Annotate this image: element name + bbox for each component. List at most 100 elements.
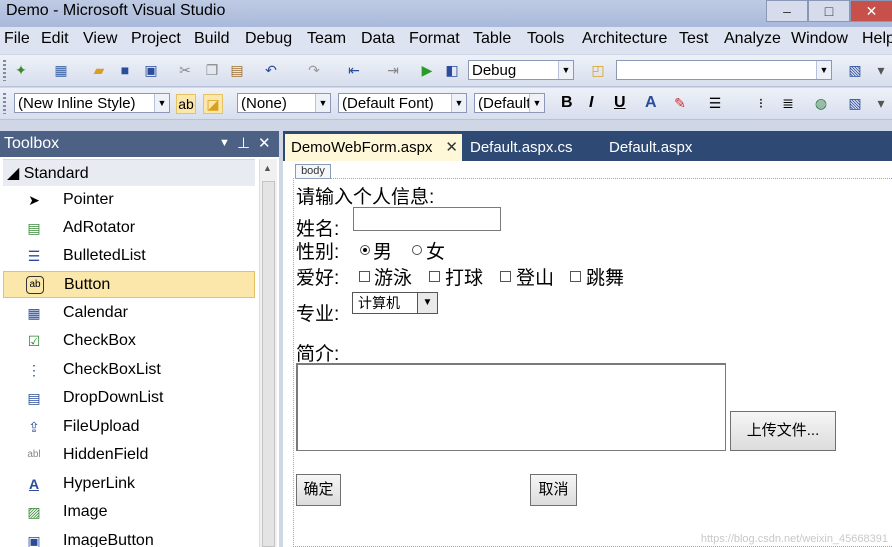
toolbox-item-dropdownlist[interactable]: ▤ DropDownList xyxy=(3,385,255,412)
ok-button[interactable]: 确定 xyxy=(296,474,341,506)
style-application-icon[interactable]: ◪ xyxy=(203,94,223,114)
toolbox-item-hiddenfield[interactable]: abl HiddenField xyxy=(3,442,255,469)
font-name-select[interactable]: (Default Font) ▼ xyxy=(338,93,467,113)
toolbar-grip[interactable] xyxy=(3,60,6,81)
save-icon[interactable]: ■ xyxy=(116,61,134,79)
italic-icon[interactable]: I xyxy=(589,94,593,112)
target-rule-select[interactable]: (New Inline Style) ▼ xyxy=(14,93,170,113)
cancel-button[interactable]: 取消 xyxy=(530,474,577,506)
find-in-files-icon[interactable]: ◰ xyxy=(589,61,607,79)
minimize-button[interactable]: – xyxy=(766,0,808,22)
menu-test[interactable]: Test xyxy=(679,30,708,48)
toolbox-item-calendar[interactable]: ▦ Calendar xyxy=(3,300,255,327)
menu-help[interactable]: Help xyxy=(862,30,892,48)
find-combo[interactable]: ▼ xyxy=(616,60,832,80)
maximize-button[interactable]: □ xyxy=(808,0,850,22)
cut-icon[interactable]: ✂ xyxy=(176,61,194,79)
toolbox-item-image[interactable]: ▨ Image xyxy=(3,499,255,526)
block-format-select[interactable]: (None) ▼ xyxy=(237,93,331,113)
add-item-icon[interactable]: ▦ xyxy=(52,61,70,79)
toolbox-group-standard[interactable]: ◢ Standard xyxy=(3,159,255,186)
close-icon[interactable]: ✕ xyxy=(258,134,271,152)
toolbox-item-hyperlink[interactable]: A HyperLink xyxy=(3,471,255,498)
toolbox-item-fileupload[interactable]: ⇪ FileUpload xyxy=(3,414,255,441)
bulleted-list-icon: ☰ xyxy=(27,248,41,264)
menu-data[interactable]: Data xyxy=(361,30,395,48)
close-icon[interactable]: ✕ xyxy=(445,134,458,161)
start-debugging-icon[interactable]: ▶ xyxy=(418,61,436,79)
justify-icon[interactable]: ☰ xyxy=(706,94,724,112)
view-in-browser-icon[interactable]: ◧ xyxy=(443,61,461,79)
font-size-select[interactable]: (Default ▼ xyxy=(474,93,545,113)
document-tab-strip: DemoWebForm.aspx ✕ Default.aspx.cs Defau… xyxy=(283,131,892,161)
menu-file[interactable]: File xyxy=(4,30,30,48)
gender-male-radio[interactable] xyxy=(360,245,370,255)
menu-debug[interactable]: Debug xyxy=(245,30,292,48)
redo-icon[interactable]: ↷ xyxy=(305,61,323,79)
menu-view[interactable]: View xyxy=(83,30,117,48)
menu-window[interactable]: Window xyxy=(791,30,848,48)
close-window-button[interactable]: ✕ xyxy=(850,0,892,22)
menu-analyze[interactable]: Analyze xyxy=(724,30,781,48)
toolbar-grip[interactable] xyxy=(3,93,6,114)
hobby-dancing-checkbox[interactable] xyxy=(570,271,581,282)
underline-icon[interactable]: U xyxy=(614,94,626,112)
menu-build[interactable]: Build xyxy=(194,30,230,48)
navigate-backward-icon[interactable]: ⇤ xyxy=(345,61,363,79)
save-all-icon[interactable]: ▣ xyxy=(142,61,160,79)
toolbar-options-icon[interactable]: ▾ xyxy=(872,61,890,79)
scroll-up-icon[interactable]: ▲ xyxy=(263,163,272,173)
tab-label: DemoWebForm.aspx xyxy=(291,139,433,156)
major-select[interactable]: 计算机 ▼ xyxy=(352,292,438,314)
chevron-down-icon[interactable]: ▼ xyxy=(219,137,230,149)
tab-default-aspx-cs[interactable]: Default.aspx.cs xyxy=(464,134,594,161)
formatting-toolbar: (New Inline Style) ▼ ab ◪ (None) ▼ (Defa… xyxy=(0,88,892,120)
paste-icon[interactable]: ▤ xyxy=(228,61,246,79)
body-tag-label[interactable]: body xyxy=(295,164,331,179)
navigate-forward-icon[interactable]: ⇥ xyxy=(384,61,402,79)
menu-edit[interactable]: Edit xyxy=(41,30,69,48)
numbered-list-icon[interactable]: ≣ xyxy=(779,94,797,112)
tab-demowebform-aspx[interactable]: DemoWebForm.aspx ✕ xyxy=(285,134,462,161)
toolbox-item-bulletedlist[interactable]: ☰ BulletedList xyxy=(3,243,255,270)
menu-team[interactable]: Team xyxy=(307,30,346,48)
undo-icon[interactable]: ↶ xyxy=(262,61,280,79)
toolbar-options-icon[interactable]: ▾ xyxy=(872,94,890,112)
menu-architecture[interactable]: Architecture xyxy=(582,30,667,48)
hobby-ball-checkbox[interactable] xyxy=(429,271,440,282)
menu-table[interactable]: Table xyxy=(473,30,511,48)
copy-icon[interactable]: ❐ xyxy=(203,61,221,79)
name-input[interactable] xyxy=(353,207,501,231)
pointer-icon: ➤ xyxy=(28,192,40,208)
foreground-color-icon[interactable]: A xyxy=(645,94,657,112)
view-code-icon[interactable]: ▧ xyxy=(846,94,864,112)
bulleted-list-icon[interactable]: ⁝ xyxy=(752,94,770,112)
toolbox-item-adrotator[interactable]: ▤ AdRotator xyxy=(3,215,255,242)
tab-default-aspx[interactable]: Default.aspx xyxy=(603,134,713,161)
gender-female-radio[interactable] xyxy=(412,245,422,255)
toolbox-item-button[interactable]: ab Button xyxy=(3,271,255,298)
hobby-climbing-checkbox[interactable] xyxy=(500,271,511,282)
menu-format[interactable]: Format xyxy=(409,30,460,48)
toolbox-item-checkbox[interactable]: ☑ CheckBox xyxy=(3,328,255,355)
open-file-icon[interactable]: ▰ xyxy=(90,61,108,79)
hyperlink-icon[interactable]: ◍ xyxy=(812,94,830,112)
background-color-icon[interactable]: ✎ xyxy=(671,94,689,112)
intro-textarea[interactable] xyxy=(296,363,726,451)
bold-icon[interactable]: B xyxy=(561,94,573,112)
solution-explorer-icon[interactable]: ▧ xyxy=(846,61,864,79)
toolbox-scrollbar[interactable]: ▲ xyxy=(259,159,277,547)
menu-tools[interactable]: Tools xyxy=(527,30,564,48)
toolbox-item-imagebutton[interactable]: ▣ ImageButton xyxy=(3,528,255,547)
new-project-icon[interactable]: ✦ xyxy=(12,61,30,79)
toolbox-item-checkboxlist[interactable]: ⋮ CheckBoxList xyxy=(3,357,255,384)
menu-bar: File Edit View Project Build Debug Team … xyxy=(0,27,892,54)
pin-icon[interactable]: ⊥ xyxy=(237,134,250,152)
upload-file-button[interactable]: 上传文件... xyxy=(730,411,836,451)
menu-project[interactable]: Project xyxy=(131,30,181,48)
toolbox-item-pointer[interactable]: ➤ Pointer xyxy=(3,187,255,214)
apply-styles-icon[interactable]: ab xyxy=(176,94,196,114)
solution-configuration-select[interactable]: Debug ▼ xyxy=(468,60,574,80)
scrollbar-thumb[interactable] xyxy=(262,181,275,547)
hobby-swimming-checkbox[interactable] xyxy=(359,271,370,282)
